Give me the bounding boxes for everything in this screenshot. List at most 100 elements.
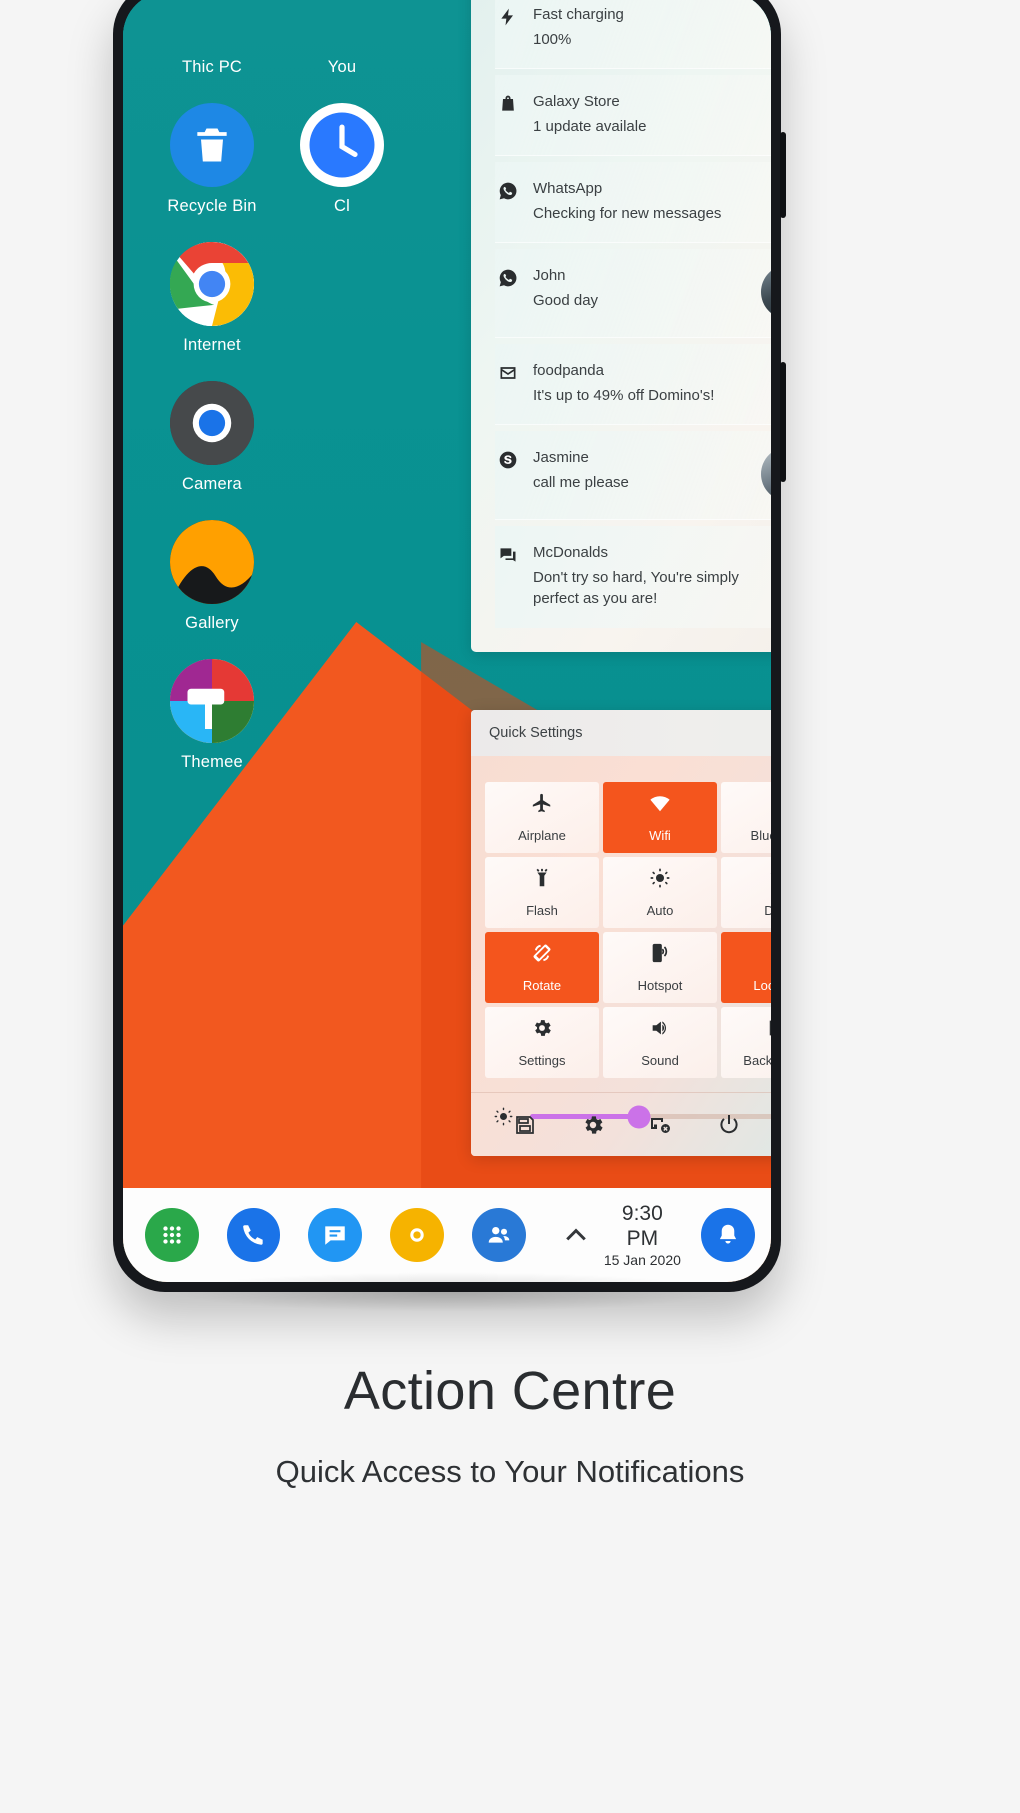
tile-label: Bluetooth [750,828,771,843]
bolt-icon [497,6,519,28]
tile-background[interactable]: Background [721,1007,771,1078]
notification-item[interactable]: John Good day [495,249,771,339]
desktop-item-recycle-bin[interactable]: Recycle Bin [147,89,277,216]
wifi-icon [649,792,671,819]
flashlight-icon [531,867,553,894]
messages-icon[interactable] [308,1208,363,1262]
power-button[interactable] [780,362,786,482]
tile-label: Location [753,978,771,993]
desktop-item-thic-pc[interactable]: Thic PC [147,0,277,77]
desktop-item-gallery[interactable]: Gallery [147,506,277,633]
airplane-icon [531,792,553,819]
quick-settings-actions [471,1092,771,1156]
camera-icon [170,381,254,465]
notification-body: Don't try so hard, You're simply perfect… [533,568,739,608]
desktop-item-youtube[interactable]: You [277,0,407,77]
skype-icon [497,449,519,471]
record-icon[interactable] [390,1208,444,1262]
chevron-up-icon[interactable] [554,1213,598,1257]
tile-label: Airplane [518,828,566,843]
desktop-row-4: Camera [147,367,407,506]
notification-item[interactable]: McDonalds Don't try so hard, You're simp… [495,526,771,628]
tile-hotspot[interactable]: Hotspot [603,932,717,1003]
desktop-row-6: Themee [147,645,407,784]
rotate-icon [531,942,553,969]
desktop-item-clock[interactable]: Cl [277,89,407,216]
quick-settings-panel: Quick Settings Airplane Wifi Blu Flash A… [471,710,771,1156]
data-transfer-icon [767,867,771,894]
notification-panel: Fast charging 100% Galaxy Store 1 update… [471,0,771,652]
notification-item[interactable]: foodpanda It's up to 49% off Domino's! [495,344,771,426]
pc-icon [170,0,254,48]
avatar [761,265,771,320]
desktop-icon-grid: Thic PC You Recycle Bin Cl Internet Came… [147,0,407,784]
tile-flash[interactable]: Flash [485,857,599,928]
clock-time: 9:30 PM [621,1201,663,1250]
tile-label: Rotate [522,978,562,993]
phone-screen: Thic PC You Recycle Bin Cl Internet Came… [123,0,771,1282]
tile-airplane[interactable]: Airplane [485,782,599,853]
desktop-item-label: Internet [183,336,241,354]
cast-off-icon[interactable] [646,1110,676,1140]
notification-body: Good day [533,291,599,309]
bell-icon[interactable] [701,1208,756,1262]
tile-sound[interactable]: Sound [603,1007,717,1078]
tile-label: Data [764,903,771,918]
notification-title: Fast charging [533,6,624,23]
power-icon[interactable] [714,1110,744,1140]
desktop-item-label: You [327,58,357,76]
speaker-icon [649,1017,671,1044]
image-icon [767,1017,771,1044]
desktop-item-label: Themee [181,753,243,771]
tile-settings[interactable]: Settings [485,1007,599,1078]
tile-label: Auto [646,903,674,918]
notification-title: John [533,267,566,285]
caption-title: Action Centre [343,1361,677,1421]
notification-body: 1 update availale [533,117,647,135]
bluetooth-icon [767,792,771,819]
tile-bluetooth[interactable]: Bluetooth [721,782,771,853]
volume-button[interactable] [780,132,786,218]
notification-item[interactable]: Fast charging 100% [495,0,771,70]
desktop-row-2: Recycle Bin Cl [147,89,407,228]
phone-shadow [170,1272,726,1312]
desktop-item-label: Gallery [185,614,239,632]
recycle-bin-icon [170,103,254,187]
tile-label: Settings [518,1053,566,1068]
youtube-icon [300,0,384,48]
desktop-item-themee[interactable]: Themee [147,645,277,772]
tile-rotate[interactable]: Rotate [485,932,599,1003]
phone-icon[interactable] [226,1208,281,1262]
notification-item[interactable]: WhatsApp Checking for new messages [495,162,771,244]
clock-icon [300,103,384,187]
tile-auto[interactable]: Auto [603,857,717,928]
notification-title: Galaxy Store [533,93,620,111]
clock-date: 15 Jan 2020 [603,1251,681,1268]
contacts-icon[interactable] [471,1208,526,1262]
apps-grid-icon[interactable] [145,1208,199,1262]
tile-data[interactable]: Data [721,857,771,928]
quick-settings-tile-grid: Airplane Wifi Bluetooth Flash [485,782,771,1078]
clock-display[interactable]: 9:30 PM 15 Jan 2020 [603,1202,681,1268]
message-icon [497,544,519,566]
location-pin-icon [767,942,771,969]
notification-item[interactable]: Jasmine call me please [495,431,771,521]
notification-title: foodpanda [533,362,604,380]
tile-location[interactable]: Location [721,932,771,1003]
notification-title: McDonalds [533,544,609,562]
notification-title: WhatsApp [533,180,603,198]
save-icon[interactable] [510,1110,540,1140]
tile-label: Sound [641,1053,679,1068]
desktop-item-label: Cl [334,197,350,215]
gear-icon[interactable] [578,1110,608,1140]
tile-label: Flash [526,903,558,918]
mail-icon [497,362,519,384]
phone-frame: Thic PC You Recycle Bin Cl Internet Came… [113,0,786,1292]
desktop-item-camera[interactable]: Camera [147,367,277,494]
gallery-icon [170,520,254,604]
tile-wifi[interactable]: Wifi [603,782,717,853]
notification-item[interactable]: Galaxy Store 1 update availale [495,75,771,157]
brightness-auto-icon [649,867,671,894]
tile-label: Background [743,1053,771,1068]
desktop-item-internet[interactable]: Internet [147,228,277,355]
